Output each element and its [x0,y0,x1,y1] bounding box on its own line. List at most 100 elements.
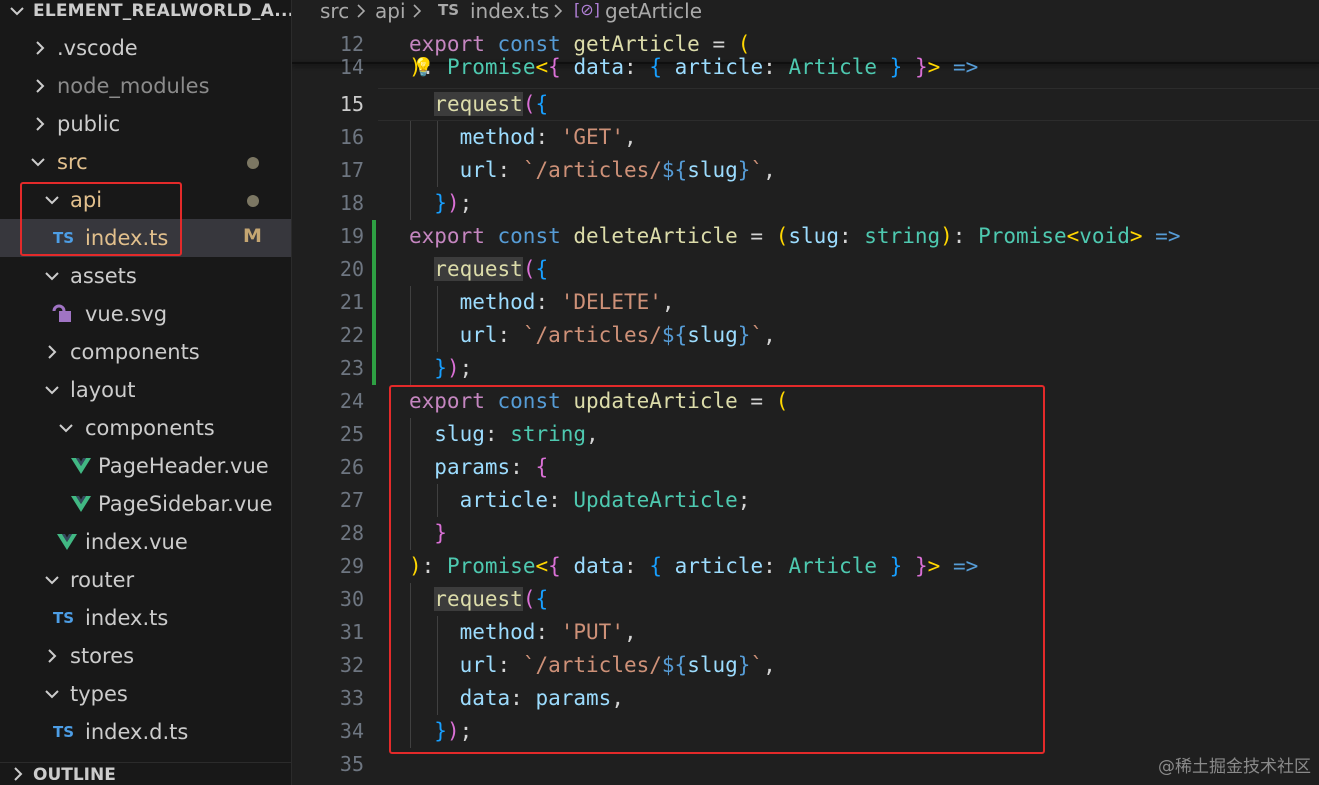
chevron-right-icon [14,767,23,781]
line-number: 14 [339,55,364,79]
code-text: }); [434,191,473,215]
breadcrumb-symbol[interactable]: getArticle [605,0,702,23]
line-number: 23 [339,356,364,380]
tree-item-label: index.ts [85,606,169,630]
chevron-right-icon [48,345,57,359]
code-text: request({ [434,92,549,116]
code-line: 16 method: 'GET', [292,121,1319,154]
explorer-sidebar: ELEMENT_REALWORLD_A... .vscode node_modu… [0,0,292,785]
tree-item-label: public [57,112,121,136]
line-number: 29 [339,554,364,578]
outline-section-header[interactable]: OUTLINE [0,762,291,785]
tree-item-router[interactable]: router [0,561,291,599]
code-text: export const deleteArticle = (slug: stri… [409,224,1181,248]
code-line: 30 request({ [292,583,1319,616]
line-number: 19 [339,224,364,248]
chevron-down-icon [45,386,59,395]
code-text: slug: string, [434,422,599,446]
breadcrumb: src api TS index.ts [⊘] getArticle [292,0,1319,23]
line-number: 26 [339,455,364,479]
code-line: 21 method: 'DELETE', [292,286,1319,319]
code-text: ): Promise<{ data: { article: Article } … [409,55,979,79]
line-number: 15 [339,92,364,116]
symbol-variable-icon: [⊘] [574,0,600,19]
code-line: 33 data: params, [292,682,1319,715]
code-text: url: `/articles/${slug}`, [459,653,776,677]
tree-item-vue-svg[interactable]: vue.svg [0,295,291,333]
breadcrumb-src[interactable]: src [320,0,349,23]
tree-item-layout-components[interactable]: components [0,409,291,447]
tree-item-label: PageSidebar.vue [98,492,273,516]
tree-item-src[interactable]: src [0,143,291,181]
code-line: 14 ): Promise<{ data: { article: Article… [292,55,1319,83]
vue-file-icon [57,534,77,550]
tree-item-pagesidebar-vue[interactable]: PageSidebar.vue [0,485,291,523]
chevron-down-icon[interactable] [8,2,26,20]
lightbulb-icon[interactable]: 💡 [412,57,434,78]
tree-item-node-modules[interactable]: node_modules [0,67,291,105]
chevron-right-icon [357,4,366,18]
code-text: data: params, [459,686,624,710]
line-number: 30 [339,587,364,611]
breadcrumb-api[interactable]: api [375,0,406,23]
tree-item-assets[interactable]: assets [0,257,291,295]
chevron-right-icon [36,41,45,55]
code-text: request({ [434,587,549,611]
tree-item-label: index.vue [85,530,188,554]
tree-item-components[interactable]: components [0,333,291,371]
chevron-right-icon [36,79,45,93]
code-editor[interactable]: 12 export const getArticle = ( 14 ): Pro… [292,22,1319,785]
code-text: request({ [434,257,549,281]
chevron-down-icon [59,424,73,433]
code-text: method: 'GET', [459,125,637,149]
code-line: 23 }); [292,352,1319,385]
line-number: 22 [339,323,364,347]
code-line: 29 ): Promise<{ data: { article: Article… [292,550,1319,583]
line-number: 33 [339,686,364,710]
tree-item-label: index.ts [85,226,169,250]
tree-item-index-vue[interactable]: index.vue [0,523,291,561]
tree-item-public[interactable]: public [0,105,291,143]
tree-item-vscode[interactable]: .vscode [0,29,291,67]
tree-item-label: vue.svg [85,302,168,326]
modified-badge: M [243,225,262,247]
code-line: 24 export const updateArticle = ( [292,385,1319,418]
typescript-file-icon: TS [438,1,460,19]
outline-label: OUTLINE [33,765,116,785]
code-text: params: { [434,455,549,479]
tree-item-api[interactable]: api [0,181,291,219]
tree-item-label: stores [70,644,135,668]
code-text: } [434,521,447,545]
tree-item-stores[interactable]: stores [0,637,291,675]
code-line: 25 slug: string, [292,418,1319,451]
tree-item-api-index-ts[interactable]: TS index.ts M [0,219,291,257]
chevron-down-icon [45,690,59,699]
code-text: method: 'DELETE', [459,290,675,314]
chevron-right-icon [554,4,563,18]
tree-item-label: node_modules [57,74,210,98]
code-line: 18 }); [292,187,1319,220]
tree-item-label: PageHeader.vue [98,454,269,478]
tree-item-pageheader-vue[interactable]: PageHeader.vue [0,447,291,485]
chevron-right-icon [48,649,57,663]
breadcrumb-file[interactable]: index.ts [470,0,549,23]
line-number: 35 [339,752,364,776]
tree-item-label: api [70,188,103,212]
tree-item-label: .vscode [57,36,138,60]
typescript-file-icon: TS [53,609,75,627]
code-text: url: `/articles/${slug}`, [459,323,776,347]
tree-item-label: components [85,416,215,440]
vue-file-icon [71,496,91,512]
line-number: 24 [339,389,364,413]
workspace-title: ELEMENT_REALWORLD_A... [33,1,292,21]
typescript-file-icon: TS [53,723,75,741]
tree-item-layout[interactable]: layout [0,371,291,409]
tree-item-index-d-ts[interactable]: TS index.d.ts [0,713,291,751]
chevron-down-icon [45,272,59,281]
line-number: 20 [339,257,364,281]
code-line: 32 url: `/articles/${slug}`, [292,649,1319,682]
tree-item-router-index-ts[interactable]: TS index.ts [0,599,291,637]
explorer-header[interactable]: ELEMENT_REALWORLD_A... [0,0,291,24]
tree-item-types[interactable]: types [0,675,291,713]
modified-dot-icon [247,157,259,169]
